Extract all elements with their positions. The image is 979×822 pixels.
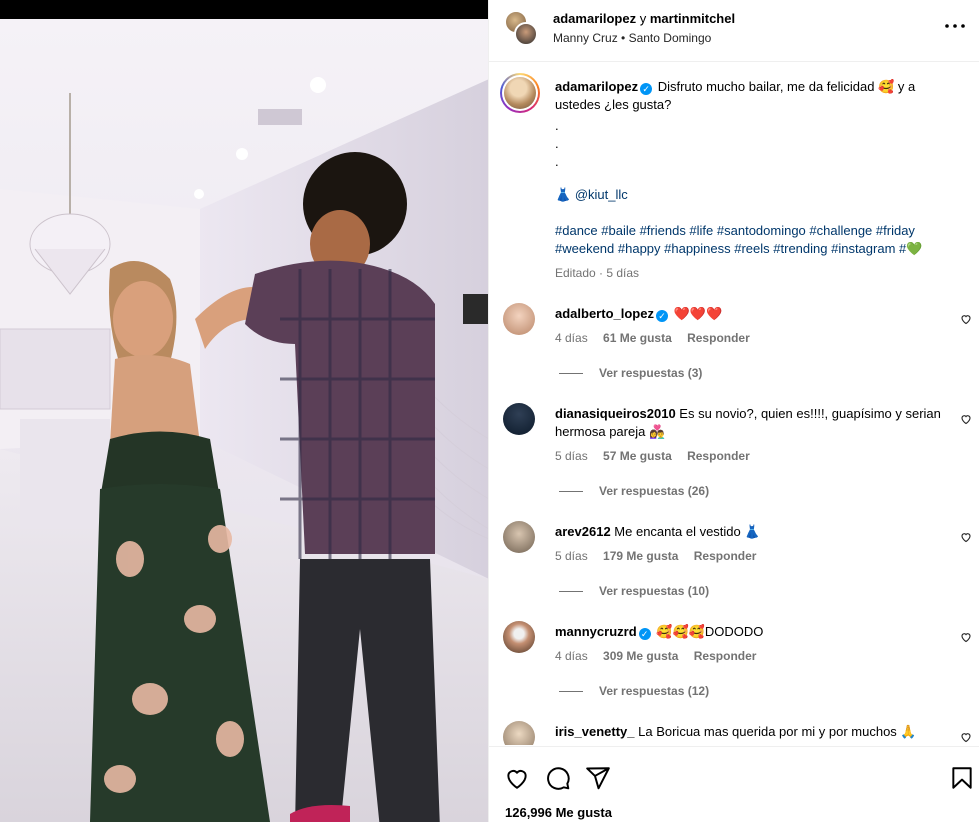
- comment-likes[interactable]: 57 Me gusta: [603, 449, 672, 463]
- avatar[interactable]: [503, 621, 535, 653]
- avatar[interactable]: [503, 303, 535, 335]
- like-icon[interactable]: [960, 413, 972, 425]
- like-icon[interactable]: [504, 765, 530, 791]
- reply-button[interactable]: Responder: [687, 449, 750, 463]
- comment-text: dianasiqueiros2010 Es su novio?, quien e…: [555, 405, 950, 441]
- caption-dot: .: [555, 154, 559, 169]
- comment-body: Me encanta el vestido 👗: [614, 524, 761, 539]
- comment-body: 🥰🥰🥰DODODO: [656, 624, 764, 639]
- location-link[interactable]: Santo Domingo: [629, 31, 712, 45]
- collab-avatars[interactable]: [504, 10, 540, 46]
- comment-time[interactable]: 4 días: [555, 331, 588, 345]
- hashtags[interactable]: #dance #baile #friends #life #santodomin…: [555, 222, 950, 258]
- replies-divider: [559, 591, 583, 593]
- post-dialog: adamarilopez y martinmitchel Manny Cruz …: [0, 0, 979, 822]
- caption-meta: Editado · 5 días: [555, 266, 640, 280]
- view-replies-label: Ver respuestas (10): [599, 584, 710, 598]
- post-actions: 126,996 Me gusta: [489, 746, 979, 822]
- mention-link[interactable]: @kiut_llc: [575, 187, 628, 202]
- comment-meta: 4 días 61 Me gusta Responder: [555, 331, 750, 345]
- comment-icon[interactable]: [545, 765, 571, 791]
- view-replies-label: Ver respuestas (3): [599, 366, 703, 380]
- view-replies-label: Ver respuestas (12): [599, 684, 710, 698]
- reply-button[interactable]: Responder: [694, 649, 757, 663]
- comment-item: iris_venetty_ La Boricua mas querida por…: [489, 713, 979, 745]
- replies-divider: [559, 373, 583, 375]
- more-icon: [945, 24, 965, 28]
- avatar[interactable]: [514, 22, 538, 46]
- author-joiner: y: [639, 11, 647, 26]
- comment-time[interactable]: 5 días: [555, 549, 588, 563]
- comment-username[interactable]: mannycruzrd: [555, 624, 637, 639]
- comment-username[interactable]: dianasiqueiros2010: [555, 406, 676, 421]
- caption-block: adamarilopez ✓ Disfruto mucho bailar, me …: [489, 63, 979, 293]
- view-replies-button[interactable]: Ver respuestas (10): [559, 584, 709, 598]
- video-frame[interactable]: [0, 19, 489, 822]
- post-header: adamarilopez y martinmitchel Manny Cruz …: [489, 0, 979, 62]
- comment-meta: 5 días 57 Me gusta Responder: [555, 449, 750, 463]
- verified-icon: ✓: [638, 628, 651, 640]
- comment-likes[interactable]: 179 Me gusta: [603, 549, 678, 563]
- like-icon[interactable]: [960, 731, 972, 743]
- author-link[interactable]: adamarilopez: [553, 11, 636, 26]
- avatar[interactable]: [500, 73, 540, 113]
- subtitle-separator: •: [621, 31, 626, 45]
- verified-icon: ✓: [640, 83, 653, 95]
- like-icon[interactable]: [960, 313, 972, 325]
- comment-text: iris_venetty_ La Boricua mas querida por…: [555, 723, 950, 741]
- post-video[interactable]: [0, 0, 489, 822]
- comment-text: arev2612 Me encanta el vestido 👗: [555, 523, 950, 541]
- coauthor-link[interactable]: martinmitchel: [650, 11, 735, 26]
- audio-link[interactable]: Manny Cruz: [553, 31, 618, 45]
- avatar[interactable]: [503, 521, 535, 553]
- comment-likes[interactable]: 309 Me gusta: [603, 649, 678, 663]
- comments-scroll[interactable]: adamarilopez ✓ Disfruto mucho bailar, me …: [489, 63, 979, 745]
- comment-username[interactable]: iris_venetty_: [555, 724, 635, 739]
- comment-username[interactable]: arev2612: [555, 524, 611, 539]
- caption-text: adamarilopez ✓ Disfruto mucho bailar, me …: [555, 78, 950, 114]
- verified-icon: ✓: [655, 310, 668, 322]
- caption-dot: .: [555, 136, 559, 151]
- comment-body: ❤️❤️❤️: [673, 306, 723, 321]
- dress-emoji: 👗: [555, 187, 572, 202]
- save-icon[interactable]: [949, 765, 975, 791]
- avatar[interactable]: [503, 403, 535, 435]
- comment-text: mannycruzrd ✓ 🥰🥰🥰DODODO: [555, 623, 950, 641]
- caption-username[interactable]: adamarilopez: [555, 79, 638, 94]
- comment-item: arev2612 Me encanta el vestido 👗 5 días …: [489, 513, 979, 613]
- post-likes-count[interactable]: 126,996 Me gusta: [505, 805, 612, 820]
- reply-button[interactable]: Responder: [687, 331, 750, 345]
- like-icon[interactable]: [960, 631, 972, 643]
- comment-item: adalberto_lopez ✓ ❤️❤️❤️ 4 días 61 Me gus…: [489, 295, 979, 395]
- more-options-button[interactable]: [943, 14, 967, 38]
- comment-meta: 4 días 309 Me gusta Responder: [555, 649, 756, 663]
- like-icon[interactable]: [960, 531, 972, 543]
- avatar[interactable]: [503, 721, 535, 745]
- comment-time[interactable]: 5 días: [555, 449, 588, 463]
- share-icon[interactable]: [585, 765, 611, 791]
- comment-body: La Boricua mas querida por mi y por much…: [638, 724, 917, 739]
- post-details-panel: adamarilopez y martinmitchel Manny Cruz …: [489, 0, 979, 822]
- reply-button[interactable]: Responder: [694, 549, 757, 563]
- comment-meta: 5 días 179 Me gusta Responder: [555, 549, 756, 563]
- post-authors: adamarilopez y martinmitchel: [553, 11, 735, 26]
- replies-divider: [559, 691, 583, 693]
- replies-divider: [559, 491, 583, 493]
- comment-item: mannycruzrd ✓ 🥰🥰🥰DODODO 4 días 309 Me gus…: [489, 613, 979, 713]
- view-replies-button[interactable]: Ver respuestas (26): [559, 484, 709, 498]
- video-top-bar: [0, 0, 488, 19]
- comment-time[interactable]: 4 días: [555, 649, 588, 663]
- comment-text: adalberto_lopez ✓ ❤️❤️❤️: [555, 305, 950, 323]
- view-replies-button[interactable]: Ver respuestas (12): [559, 684, 709, 698]
- post-subtitle: Manny Cruz • Santo Domingo: [553, 31, 711, 45]
- comment-likes[interactable]: 61 Me gusta: [603, 331, 672, 345]
- caption-tag-line: 👗 @kiut_llc: [555, 186, 950, 204]
- view-replies-label: Ver respuestas (26): [599, 484, 710, 498]
- caption-dot: .: [555, 118, 559, 133]
- comment-item: dianasiqueiros2010 Es su novio?, quien e…: [489, 395, 979, 513]
- comment-username[interactable]: adalberto_lopez: [555, 306, 654, 321]
- view-replies-button[interactable]: Ver respuestas (3): [559, 366, 702, 380]
